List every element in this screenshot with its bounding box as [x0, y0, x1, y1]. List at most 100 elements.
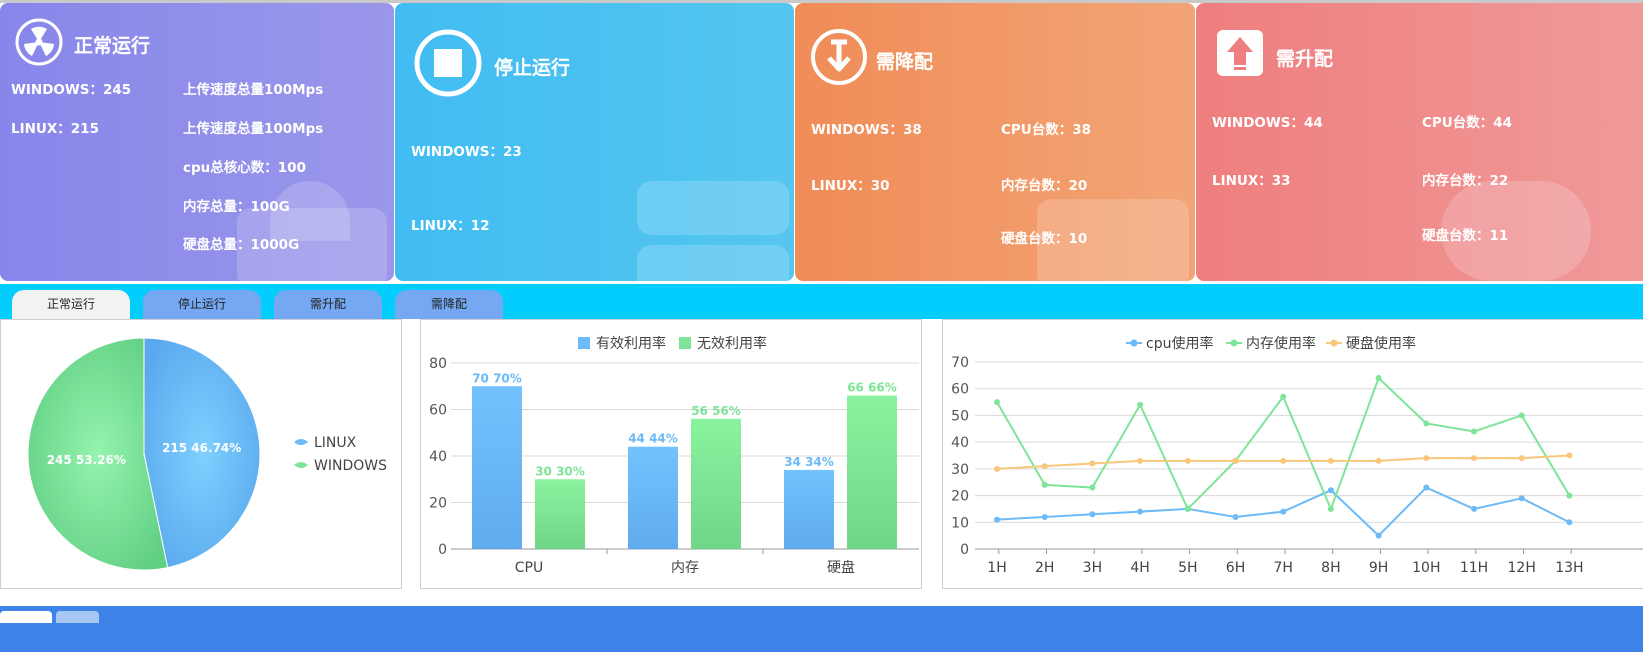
- line-point[interactable]: [1423, 420, 1430, 427]
- windows-count: WINDOWS：23: [411, 144, 522, 160]
- stat-line: CPU台数：38: [1001, 122, 1092, 138]
- line-point[interactable]: [1280, 508, 1287, 515]
- bar-CPU-0[interactable]: [472, 386, 522, 549]
- line-point[interactable]: [1327, 505, 1334, 512]
- legend-marker: [294, 439, 308, 445]
- tab-stopped[interactable]: 停止运行: [143, 290, 261, 319]
- legend-label[interactable]: cpu使用率: [1146, 335, 1213, 352]
- line-point[interactable]: [1375, 375, 1382, 382]
- legend-label[interactable]: 内存使用率: [1246, 335, 1316, 352]
- bar-硬盘-0[interactable]: [784, 469, 834, 549]
- x-tick-label: 8H: [1321, 560, 1340, 576]
- x-tick-label: 4H: [1130, 560, 1149, 576]
- legend-marker: [294, 462, 308, 468]
- line-point[interactable]: [1566, 519, 1573, 526]
- x-tick-label: 12H: [1508, 560, 1536, 576]
- line-point[interactable]: [1518, 495, 1525, 502]
- legend-label-linux[interactable]: LINUX: [314, 435, 357, 451]
- line-point[interactable]: [1280, 457, 1287, 464]
- legend-label-windows[interactable]: WINDOWS: [314, 458, 387, 474]
- line-point[interactable]: [1137, 508, 1144, 515]
- line-point[interactable]: [1041, 513, 1048, 520]
- line-point[interactable]: [1423, 455, 1430, 462]
- stat-line: 内存台数：20: [1001, 178, 1088, 194]
- line-point[interactable]: [1184, 505, 1191, 512]
- legend-marker: [578, 337, 590, 349]
- line-point[interactable]: [1423, 484, 1430, 491]
- bar-value-label: 30 30%: [535, 464, 585, 478]
- line-point[interactable]: [1518, 455, 1525, 462]
- tab-need-downgrade[interactable]: 需降配: [395, 290, 503, 319]
- line-point[interactable]: [1137, 401, 1144, 408]
- line-point[interactable]: [1089, 460, 1096, 467]
- line-point[interactable]: [1375, 457, 1382, 464]
- line-point[interactable]: [1327, 487, 1334, 494]
- line-point[interactable]: [1471, 428, 1477, 435]
- windows-count: WINDOWS：38: [811, 122, 922, 138]
- legend-label[interactable]: 硬盘使用率: [1346, 335, 1416, 352]
- stat-line: 上传速度总量100Mps: [183, 121, 324, 137]
- y-tick-label: 70: [951, 355, 969, 371]
- stat-line: 上传速度总量100Mps: [183, 82, 324, 98]
- bottom-tab-active[interactable]: [0, 611, 52, 623]
- bar-内存-0[interactable]: [628, 446, 678, 549]
- line-point[interactable]: [1089, 484, 1096, 491]
- line-point[interactable]: [1137, 457, 1144, 464]
- x-tick-label: 13H: [1555, 560, 1583, 576]
- linux-count: LINUX：12: [411, 218, 490, 234]
- y-tick-label: 10: [951, 515, 969, 531]
- tab-need-upgrade[interactable]: 需升配: [274, 290, 382, 319]
- line-point[interactable]: [1041, 481, 1048, 488]
- stat-line: CPU台数：44: [1422, 115, 1513, 131]
- legend-label[interactable]: 有效利用率: [596, 335, 666, 352]
- stat-line: 硬盘台数：11: [1422, 228, 1509, 244]
- line-point[interactable]: [994, 399, 1000, 406]
- download-arrow-icon: [811, 29, 867, 85]
- pie-slice-label: 245 53.26%: [47, 453, 126, 467]
- line-point[interactable]: [1518, 412, 1525, 419]
- line-point[interactable]: [1280, 393, 1287, 400]
- bottom-tab[interactable]: [56, 611, 99, 623]
- bar-value-label: 66 66%: [847, 381, 897, 395]
- stop-icon: [414, 29, 482, 97]
- line-point[interactable]: [1041, 463, 1048, 470]
- bar-内存-1[interactable]: [691, 418, 741, 549]
- line-point[interactable]: [1566, 492, 1573, 499]
- stat-line: 硬盘总量：1000G: [183, 237, 300, 253]
- card-normal-running: 正常运行 WINDOWS：245 LINUX：215 上传速度总量100Mps …: [0, 3, 394, 281]
- pie-panel: 215 46.74% 245 53.26% LINUX WINDOWS: [0, 319, 402, 589]
- stat-line: 内存台数：22: [1422, 173, 1509, 189]
- legend-marker: [1330, 339, 1338, 347]
- x-tick-label: 2H: [1035, 560, 1054, 576]
- y-tick-label: 0: [960, 542, 969, 558]
- line-point[interactable]: [1471, 505, 1477, 512]
- bar-value-label: 44 44%: [628, 432, 678, 446]
- line-point[interactable]: [994, 465, 1000, 472]
- linux-count: LINUX：33: [1212, 173, 1291, 189]
- bar-硬盘-1[interactable]: [847, 395, 897, 549]
- line-point[interactable]: [994, 516, 1000, 523]
- y-tick-label: 30: [951, 462, 969, 478]
- linux-count: LINUX：215: [11, 121, 99, 137]
- line-point[interactable]: [1375, 532, 1382, 539]
- tab-normal-running[interactable]: 正常运行: [12, 290, 130, 319]
- line-point[interactable]: [1327, 457, 1334, 464]
- windows-count: WINDOWS：245: [11, 82, 132, 98]
- card-watermark: [637, 181, 789, 235]
- bar-CPU-1[interactable]: [535, 479, 585, 549]
- stat-line: cpu总核心数：100: [183, 160, 306, 176]
- bar-value-label: 56 56%: [691, 404, 741, 418]
- line-point[interactable]: [1232, 513, 1239, 520]
- x-tick-label: 3H: [1083, 560, 1102, 576]
- line-point[interactable]: [1471, 455, 1477, 462]
- line-point[interactable]: [1184, 457, 1191, 464]
- line-point[interactable]: [1566, 452, 1573, 459]
- card-need-downgrade: 需降配 WINDOWS：38 LINUX：30 CPU台数：38 内存台数：20…: [795, 3, 1195, 281]
- line-point[interactable]: [1232, 457, 1239, 464]
- legend-label[interactable]: 无效利用率: [697, 335, 767, 352]
- x-tick-label: 10H: [1412, 560, 1440, 576]
- x-tick-label: 9H: [1369, 560, 1388, 576]
- line-point[interactable]: [1089, 511, 1096, 518]
- card-stopped: 停止运行 WINDOWS：23 LINUX：12: [395, 3, 794, 281]
- card-title: 需降配: [876, 51, 934, 73]
